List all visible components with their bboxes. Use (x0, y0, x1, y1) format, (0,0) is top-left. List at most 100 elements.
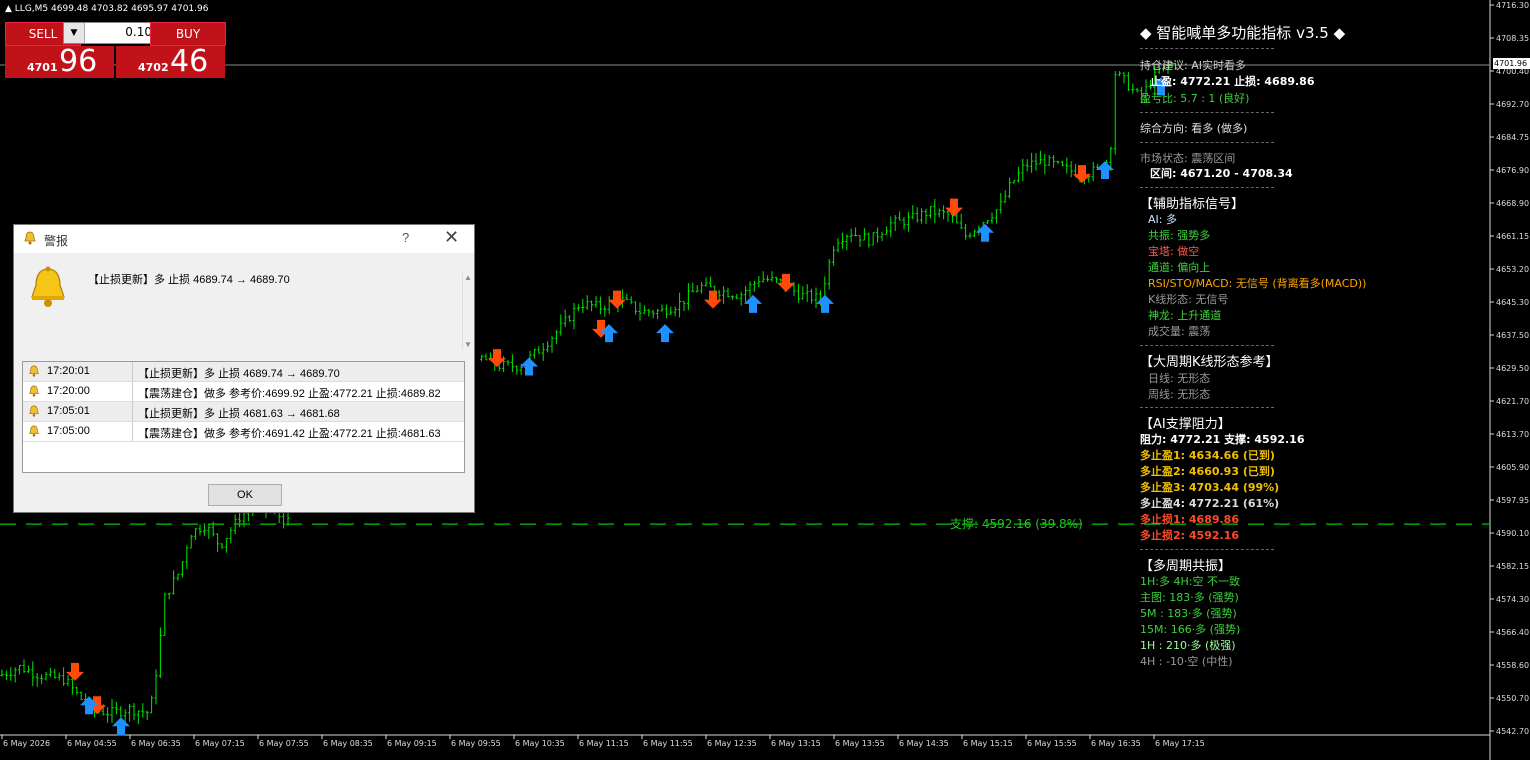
alert-list-row[interactable]: 17:05:00 【震荡建仓】做多 参考价:4691.42 止盈:4772.21 … (23, 422, 464, 442)
divider (1140, 549, 1274, 550)
time-tick-label: 6 May 09:55 (451, 739, 501, 748)
alert-bell-icon (31, 266, 65, 307)
aux-signals-header: 【辅助指标信号】 (1140, 197, 1245, 212)
price-tick-label: 4566.40 (1496, 628, 1529, 637)
sell-signal-arrow-icon (777, 273, 795, 292)
ok-button[interactable]: OK (208, 484, 282, 506)
indicator-line: 多止盈2: 4660.93 (已到) (1140, 465, 1275, 478)
price-tick-label: 4684.75 (1496, 133, 1529, 142)
price-tick-label: 4542.70 (1496, 727, 1529, 736)
arrow-shape (520, 357, 538, 376)
price-tick-label: 4550.70 (1496, 694, 1529, 703)
tp-sl-line: 止盈: 4772.21 止损: 4689.86 (1150, 75, 1315, 88)
time-tick-label: 6 May 15:55 (1027, 739, 1077, 748)
buy-signal-arrow-icon (520, 357, 538, 376)
alert-time: 17:05:01 (47, 405, 90, 417)
dialog-title-bar[interactable]: 警报 ? ✕ (14, 225, 474, 253)
indicator-line: 1H:多 4H:空 不一致 (1140, 575, 1240, 588)
message-scrollbar[interactable]: ▲ ▼ (462, 273, 473, 349)
scroll-up-icon[interactable]: ▲ (464, 273, 472, 282)
alert-message-text: 【止损更新】多 止损 4689.74 → 4689.70 (88, 274, 290, 286)
indicator-line: 成交量: 震荡 (1148, 325, 1211, 338)
price-tick-label: 4692.70 (1496, 100, 1529, 109)
close-icon[interactable]: ✕ (444, 227, 459, 248)
range-line: 区间: 4671.20 - 4708.34 (1150, 167, 1293, 180)
resistance-support-line: 阻力: 4772.21 支撑: 4592.16 (1140, 433, 1305, 446)
bell-icon (29, 405, 39, 417)
scroll-down-icon[interactable]: ▼ (464, 340, 472, 349)
time-tick-label: 6 May 12:35 (707, 739, 757, 748)
period-pattern-header: 【大周期K线形态参考】 (1140, 355, 1279, 370)
one-click-trade-panel: SELL ▼ 0.10 ▲ BUY 4701 96 4702 46 (5, 22, 226, 79)
ask-price-digits: 46 (170, 44, 209, 79)
arrow-shape (656, 324, 674, 343)
bell-icon (29, 365, 39, 377)
indicator-line: 共振: 强势多 (1148, 229, 1211, 242)
time-tick-label: 6 May 17:15 (1155, 739, 1205, 748)
time-tick-label: 6 May 07:15 (195, 739, 245, 748)
time-tick-label: 6 May 15:15 (963, 739, 1013, 748)
bid-price-digits: 96 (59, 44, 98, 79)
alert-list-row[interactable]: 17:20:01 【止损更新】多 止损 4689.74 → 4689.70 (23, 362, 464, 382)
price-tick-label: 4637.50 (1496, 331, 1529, 340)
time-tick-label: 6 May 14:35 (899, 739, 949, 748)
symbol-info-bar: ▲ LLG,M5 4699.48 4703.82 4695.97 4701.96 (5, 4, 209, 14)
alert-list-row[interactable]: 17:05:01 【止损更新】多 止损 4681.63 → 4681.68 (23, 402, 464, 422)
time-tick-label: 6 May 08:35 (323, 739, 373, 748)
ask-price-prefix: 4702 (138, 61, 169, 74)
time-tick-label: 6 May 10:35 (515, 739, 565, 748)
ask-price-box[interactable]: 4702 46 (116, 44, 225, 79)
price-tick-label: 4676.90 (1496, 166, 1529, 175)
indicator-line: 5M : 183·多 (强势) (1140, 607, 1237, 620)
indicator-title: ◆ 智能喊单多功能指标 v3.5 ◆ (1140, 24, 1346, 42)
indicator-line: 多止盈1: 4634.66 (已到) (1140, 449, 1275, 462)
indicator-line: 通道: 偏向上 (1148, 261, 1211, 274)
price-tick-label: 4605.90 (1496, 463, 1529, 472)
lot-decrease-arrow-icon[interactable]: ▼ (64, 23, 85, 43)
price-tick-label: 4574.30 (1496, 595, 1529, 604)
divider (1140, 345, 1274, 346)
column-separator (132, 402, 133, 421)
arrow-shape (608, 290, 626, 309)
bell-icon (29, 425, 39, 437)
current-price-label: 4701.96 (1493, 58, 1530, 69)
buy-signal-arrow-icon (656, 324, 674, 343)
alert-text: 【震荡建仓】做多 参考价:4699.92 止盈:4772.21 止损:4689.… (138, 388, 441, 400)
time-tick-label: 6 May 11:15 (579, 739, 629, 748)
divider (1140, 48, 1274, 49)
indicator-line: 多止损2: 4592.16 (1140, 529, 1239, 542)
indicator-line: AI: 多 (1148, 213, 1177, 226)
bid-price-prefix: 4701 (27, 61, 58, 74)
time-tick-label: 6 May 13:15 (771, 739, 821, 748)
divider (1140, 112, 1274, 113)
arrow-shape (777, 273, 795, 292)
position-advice: 持仓建议: AI实时看多 (1140, 59, 1246, 72)
indicator-line: 多止盈4: 4772.21 (61%) (1140, 497, 1280, 510)
indicator-line: 宝塔: 做空 (1148, 245, 1200, 258)
indicator-line: 神龙: 上升通道 (1148, 309, 1222, 322)
risk-reward-line: 盈亏比: 5.7 : 1 (良好) (1140, 92, 1250, 105)
alert-time: 17:20:01 (47, 365, 90, 377)
divider (1140, 142, 1274, 143)
alert-time: 17:05:00 (47, 425, 90, 437)
arrow-shape (112, 717, 130, 736)
buy-signal-arrow-icon (816, 294, 834, 313)
ai-sr-header: 【AI支撑阻力】 (1140, 417, 1231, 432)
bid-price-box[interactable]: 4701 96 (5, 44, 114, 79)
time-tick-label: 6 May 04:55 (67, 739, 117, 748)
indicator-line: 15M: 166·多 (强势) (1140, 623, 1241, 636)
price-tick-label: 4661.15 (1496, 232, 1529, 241)
price-tick-label: 4716.30 (1496, 1, 1529, 10)
alert-list-row[interactable]: 17:20:00 【震荡建仓】做多 参考价:4699.92 止盈:4772.21 … (23, 382, 464, 402)
buy-button[interactable]: BUY (150, 22, 226, 46)
alert-text: 【震荡建仓】做多 参考价:4691.42 止盈:4772.21 止损:4681.… (138, 428, 441, 440)
column-separator (132, 382, 133, 401)
alert-history-list[interactable]: 17:20:01 【止损更新】多 止损 4689.74 → 4689.70 17:2… (22, 361, 465, 473)
sell-signal-arrow-icon (608, 290, 626, 309)
lot-size-value[interactable]: 0.10 (86, 25, 152, 39)
price-tick-label: 4613.70 (1496, 430, 1529, 439)
time-tick-label: 6 May 09:15 (387, 739, 437, 748)
help-icon[interactable]: ? (402, 230, 409, 245)
collapse-triangle-icon[interactable]: ▲ (5, 4, 12, 14)
indicator-line: RSI/STO/MACD: 无信号 (背离看多(MACD)) (1148, 277, 1367, 290)
